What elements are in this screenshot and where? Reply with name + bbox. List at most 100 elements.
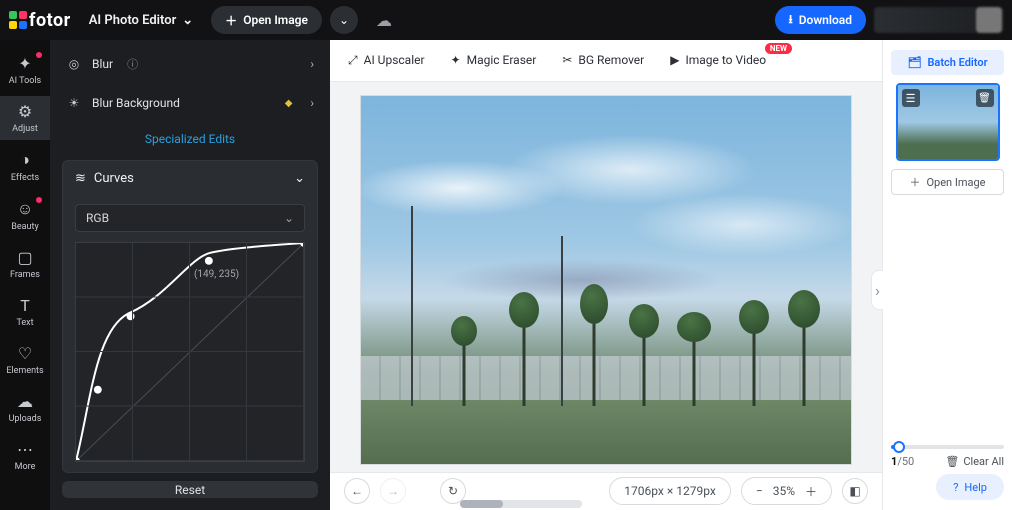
chevron-down-icon: ⌄: [284, 211, 294, 225]
tab-image-to-video[interactable]: ▶Image to VideoNEW: [670, 53, 766, 67]
zoom-out-button[interactable]: −: [756, 484, 763, 498]
diamond-icon: ◆: [285, 98, 293, 109]
rail-label: Elements: [6, 366, 43, 376]
help-icon: ?: [953, 481, 958, 494]
new-badge: NEW: [765, 43, 792, 54]
download-button[interactable]: ⭳ Download: [775, 6, 866, 34]
arrow-right-icon: →: [387, 484, 399, 498]
rail-item-more[interactable]: ⋯ More: [0, 434, 50, 478]
beauty-icon: ☺: [17, 199, 33, 219]
open-image-button[interactable]: ＋ Open Image: [211, 6, 322, 34]
mode-dropdown[interactable]: AI Photo Editor ⌄: [79, 13, 203, 28]
clear-all-button[interactable]: 🗑 Clear All: [945, 455, 1004, 468]
scrollbar-thumb[interactable]: [460, 500, 503, 508]
redo-button[interactable]: →: [380, 478, 406, 504]
mode-label: AI Photo Editor: [89, 13, 177, 28]
rail-item-text[interactable]: TText: [0, 290, 50, 334]
open-image-sidebar-label: Open Image: [926, 176, 985, 189]
chevron-right-icon: ›: [310, 57, 314, 71]
rail-label: More: [15, 462, 36, 472]
user-account-area[interactable]: [874, 7, 1004, 33]
channel-label: RGB: [86, 211, 109, 225]
help-button[interactable]: ?Help: [936, 474, 1004, 500]
undo-button[interactable]: ←: [344, 478, 370, 504]
blur-bg-label: Blur Background: [92, 96, 180, 110]
rail-item-ai-tools[interactable]: ✦AI Tools: [0, 48, 50, 92]
delete-thumbnail-button[interactable]: 🗑: [976, 89, 994, 107]
badge-dot: [36, 52, 42, 58]
avatar: [976, 7, 1002, 33]
rail-item-adjust[interactable]: ⚙Adjust: [0, 96, 50, 140]
rail-label: Text: [16, 318, 33, 328]
compare-button[interactable]: ◧: [842, 478, 868, 504]
uploads-icon: ☁: [17, 392, 33, 411]
tab-magic-eraser[interactable]: ✦Magic Eraser: [451, 53, 537, 67]
rail-item-effects[interactable]: ◑Effects: [0, 144, 50, 189]
trash-icon: 🗑: [945, 455, 959, 468]
download-label: Download: [799, 13, 852, 27]
curve-point-coord: (149, 235): [194, 269, 239, 280]
tab-label: AI Upscaler: [364, 53, 425, 67]
canvas-scrollbar[interactable]: [460, 500, 582, 508]
plus-icon: ＋: [909, 174, 920, 190]
rail-item-uploads[interactable]: ☁Uploads: [0, 386, 50, 430]
image-count-max: /50: [897, 455, 914, 468]
plus-icon: ＋: [225, 12, 237, 29]
clear-all-label: Clear All: [963, 455, 1004, 468]
layers-icon: ☰: [902, 89, 920, 107]
rail-item-elements[interactable]: ♡Elements: [0, 338, 50, 382]
reset-label: Reset: [175, 483, 205, 497]
dimensions-text: 1706px × 1279px: [624, 484, 716, 498]
tab-label: Image to Video: [685, 53, 766, 67]
logo[interactable]: fotor: [8, 10, 71, 31]
sun-icon: ☀: [66, 96, 82, 110]
tab-icon: ✦: [451, 53, 461, 67]
blur-label: Blur: [92, 57, 113, 71]
chevron-right-icon: ›: [310, 96, 314, 110]
rail-label: AI Tools: [9, 76, 41, 86]
tab-ai-upscaler[interactable]: ⤢ AI Upscaler: [348, 53, 425, 68]
blur-background-row[interactable]: ☀ Blur Background ◆ ›: [62, 88, 318, 118]
thumbnail-size-slider[interactable]: [891, 445, 1004, 449]
blur-row[interactable]: ◎ Blur ⓘ ›: [62, 48, 318, 80]
curves-icon: ≋: [75, 171, 86, 186]
compare-icon: ◧: [849, 484, 860, 498]
right-panel-handle[interactable]: ›: [871, 270, 883, 310]
zoom-control[interactable]: − 35% ＋: [741, 477, 832, 505]
chevron-down-icon: ⌄: [339, 13, 349, 27]
batch-editor-button[interactable]: 🗂 Batch Editor: [891, 50, 1004, 75]
curves-editor[interactable]: (149, 235): [75, 242, 305, 462]
download-icon: ⭳: [789, 10, 793, 31]
image-thumbnail[interactable]: ☰ 🗑: [896, 83, 1000, 161]
batch-label: Batch Editor: [927, 56, 987, 69]
frames-icon: ▢: [17, 248, 32, 267]
badge-dot: [36, 197, 42, 203]
open-image-sidebar-button[interactable]: ＋ Open Image: [891, 169, 1004, 195]
info-icon: ⓘ: [127, 56, 138, 72]
reset-button[interactable]: Reset: [62, 481, 318, 498]
zoom-value: 35%: [773, 484, 795, 498]
rail-item-frames[interactable]: ▢ Frames: [0, 242, 50, 286]
channel-dropdown[interactable]: RGB ⌄: [75, 204, 305, 232]
arrow-left-icon: ←: [351, 484, 363, 498]
more-icon: ⋯: [17, 440, 33, 459]
rail-label: Frames: [10, 270, 40, 280]
curves-header[interactable]: ≋ Curves ⌄: [63, 161, 317, 196]
dimensions-pill: 1706px × 1279px: [609, 477, 731, 505]
chevron-right-icon: ›: [875, 281, 880, 300]
chevron-down-icon: ⌄: [182, 13, 193, 28]
adjust-icon: ⚙: [18, 102, 32, 121]
specialized-edits-title: Specialized Edits: [62, 126, 318, 152]
tab-bg-remover[interactable]: ✂ BG Remover: [562, 53, 644, 67]
tab-icon: ⤢: [348, 53, 358, 68]
zoom-in-button[interactable]: ＋: [805, 483, 817, 500]
rail-item-beauty[interactable]: ☺Beauty: [0, 193, 50, 238]
curves-label: Curves: [94, 171, 134, 186]
curves-card: ≋ Curves ⌄ RGB ⌄ (149, 235): [62, 160, 318, 473]
tab-label: BG Remover: [578, 53, 644, 67]
effects-icon: ◑: [20, 150, 30, 170]
open-image-more-button[interactable]: ⌄: [330, 6, 358, 34]
tab-icon: ✂: [562, 53, 572, 67]
cloud-sync-icon[interactable]: ☁: [376, 11, 392, 30]
canvas-image[interactable]: [361, 96, 851, 464]
